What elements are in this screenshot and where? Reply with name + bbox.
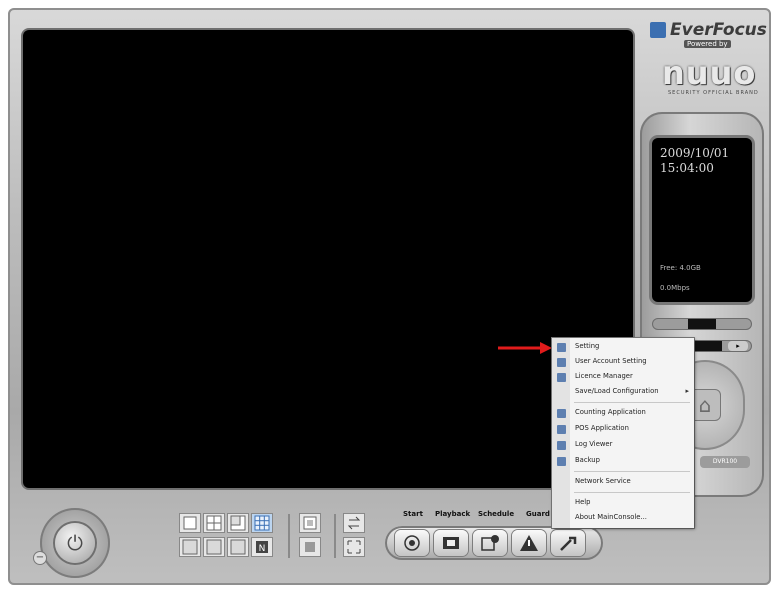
menu-item-pos[interactable]: POS Application <box>552 422 694 437</box>
menu-item-setting[interactable]: Setting <box>552 340 694 355</box>
power-control: ⏻ <box>40 508 110 578</box>
menu-label: Save/Load Configuration <box>575 387 659 395</box>
menu-label: POS Application <box>575 424 629 432</box>
brand-tagline: SECURITY OFFICIAL BRAND <box>668 90 759 96</box>
panel-bottom-button[interactable]: DVR100 <box>700 456 750 468</box>
menu-item-licence-manager[interactable]: Licence Manager <box>552 370 694 385</box>
schedule-label: Schedule <box>478 510 515 518</box>
menu-item-user-account[interactable]: User Account Setting <box>552 355 694 370</box>
menu-separator <box>574 471 690 472</box>
toolbar-separator <box>334 514 336 558</box>
menu-label: Help <box>575 498 591 506</box>
menu-item-about[interactable]: About MainConsole... <box>552 511 694 526</box>
fullscreen-icon[interactable] <box>300 514 320 532</box>
status-free-space: Free: 4.0GB <box>660 264 701 272</box>
menu-label: Network Service <box>575 477 631 485</box>
menu-label: User Account Setting <box>575 357 647 365</box>
layout-1x1-icon[interactable] <box>180 514 200 532</box>
svg-text:N: N <box>259 544 266 554</box>
swap-icon[interactable] <box>344 514 364 532</box>
layout-4x4-icon[interactable] <box>180 538 200 556</box>
layout-2x2-icon[interactable] <box>204 514 224 532</box>
layout-6x6-icon[interactable] <box>228 538 248 556</box>
menu-item-help[interactable]: Help <box>552 496 694 511</box>
playback-label: Playback <box>435 510 471 518</box>
everfocus-logo-icon <box>650 22 666 38</box>
menu-label: Log Viewer <box>575 440 613 448</box>
status-date: 2009/10/01 <box>660 146 730 160</box>
guard-label: Guard <box>526 510 550 518</box>
calendar-icon[interactable] <box>473 530 507 556</box>
red-arrow-icon <box>498 342 552 354</box>
film-icon[interactable] <box>434 530 468 556</box>
wrench-icon[interactable] <box>551 530 585 556</box>
status-time: 15:04:00 <box>660 161 714 175</box>
menu-item-log-viewer[interactable]: Log Viewer <box>552 438 694 453</box>
panel-slider-1[interactable] <box>652 318 752 330</box>
toolbar-separator <box>288 514 290 558</box>
layout-3x3-icon[interactable] <box>252 514 272 532</box>
pos-icon <box>557 425 566 434</box>
menu-item-backup[interactable]: Backup <box>552 454 694 469</box>
power-icon[interactable]: ⏻ <box>55 523 95 563</box>
panel-next-button[interactable]: ▸ <box>728 341 748 351</box>
context-menu: Setting User Account Setting Licence Man… <box>552 338 694 528</box>
user-icon <box>557 358 566 367</box>
menu-label: Licence Manager <box>575 372 633 380</box>
menu-label: About MainConsole... <box>575 513 647 521</box>
menu-item-counting[interactable]: Counting Application <box>552 406 694 421</box>
brand-name: EverFocus <box>670 20 767 40</box>
menu-separator <box>574 492 690 493</box>
expand-icon[interactable] <box>344 538 364 556</box>
start-label: Start <box>403 510 423 518</box>
menu-item-save-load[interactable]: Save/Load Configuration ▸ <box>552 385 694 400</box>
layout-5x5-icon[interactable] <box>204 538 224 556</box>
backup-icon <box>557 457 566 466</box>
record-icon[interactable] <box>395 530 429 556</box>
warning-icon[interactable] <box>512 530 546 556</box>
menu-label: Counting Application <box>575 408 646 416</box>
minimize-button[interactable]: − <box>34 552 46 564</box>
menu-label: Backup <box>575 456 600 464</box>
brand-powered-by: Powered by <box>684 40 731 48</box>
counter-icon <box>557 409 566 418</box>
licence-icon <box>557 373 566 382</box>
status-bitrate: 0.0Mbps <box>660 284 690 292</box>
function-bar <box>385 526 603 560</box>
setting-icon <box>557 343 566 352</box>
menu-label: Setting <box>575 342 600 350</box>
submenu-arrow-icon: ▸ <box>685 387 689 395</box>
menu-separator <box>574 402 690 403</box>
layout-1plus5-icon[interactable] <box>228 514 248 532</box>
log-icon <box>557 441 566 450</box>
layout-n-icon[interactable]: N <box>252 538 272 556</box>
nuuo-logo: nuuo <box>662 54 757 92</box>
sequence-icon[interactable] <box>300 538 320 556</box>
menu-item-network-service[interactable]: Network Service <box>552 475 694 490</box>
live-video-view[interactable] <box>23 30 633 488</box>
status-display: 2009/10/01 15:04:00 Free: 4.0GB 0.0Mbps <box>652 138 752 302</box>
